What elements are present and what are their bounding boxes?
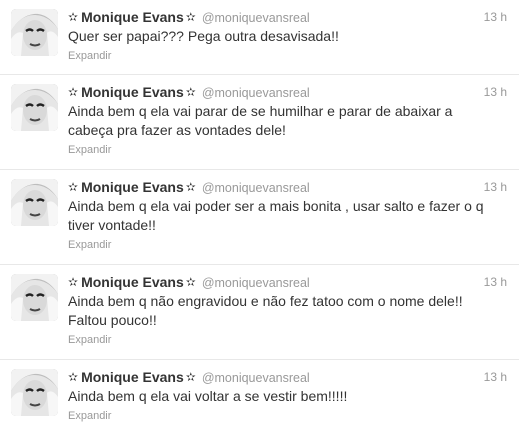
tweet-item[interactable]: ✫ Monique Evans ✫ @moniquevansreal 13 h Ain… bbox=[0, 75, 519, 170]
tweet-username[interactable]: @moniquevansreal bbox=[202, 86, 310, 100]
tweet-timestamp[interactable]: 13 h bbox=[484, 275, 507, 289]
tweet-text: Ainda bem q ela vai parar de se humilhar… bbox=[68, 103, 453, 138]
avatar-photo bbox=[11, 84, 58, 131]
star-icon: ✫ bbox=[185, 275, 196, 289]
tweet-timeline: ✫ Monique Evans ✫ @moniquevansreal 13 h Que… bbox=[0, 0, 519, 436]
tweet-header: ✫ Monique Evans ✫ @moniquevansreal 13 h bbox=[68, 9, 507, 26]
expand-link[interactable]: Expandir bbox=[68, 144, 111, 156]
tweet-item[interactable]: ✫ Monique Evans ✫ @moniquevansreal 13 h Ain… bbox=[0, 265, 519, 360]
tweet-fullname[interactable]: Monique Evans bbox=[81, 274, 184, 290]
tweet-username[interactable]: @moniquevansreal bbox=[202, 11, 310, 25]
avatar-photo bbox=[11, 9, 58, 56]
tweet-timestamp[interactable]: 13 h bbox=[484, 85, 507, 99]
tweet-item[interactable]: ✫ Monique Evans ✫ @moniquevansreal 13 h Ain… bbox=[0, 170, 519, 265]
star-icon: ✫ bbox=[185, 10, 196, 24]
expand-link[interactable]: Expandir bbox=[68, 334, 111, 346]
tweet-fullname[interactable]: Monique Evans bbox=[81, 179, 184, 195]
star-icon: ✫ bbox=[185, 85, 196, 99]
tweet-username[interactable]: @moniquevansreal bbox=[202, 181, 310, 195]
expand-link[interactable]: Expandir bbox=[68, 410, 111, 422]
avatar[interactable] bbox=[11, 84, 58, 131]
tweet-timestamp[interactable]: 13 h bbox=[484, 370, 507, 384]
tweet-username[interactable]: @moniquevansreal bbox=[202, 276, 310, 290]
tweet-text: Quer ser papai??? Pega outra desavisada!… bbox=[68, 28, 339, 44]
tweet-header: ✫ Monique Evans ✫ @moniquevansreal 13 h bbox=[68, 369, 507, 386]
star-icon: ✫ bbox=[68, 275, 79, 289]
star-icon: ✫ bbox=[185, 180, 196, 194]
avatar[interactable] bbox=[11, 369, 58, 416]
expand-link[interactable]: Expandir bbox=[68, 239, 111, 251]
tweet-item[interactable]: ✫ Monique Evans ✫ @moniquevansreal 13 h Que… bbox=[0, 0, 519, 75]
tweet-header: ✫ Monique Evans ✫ @moniquevansreal 13 h bbox=[68, 179, 507, 196]
tweet-text: Ainda bem q não engravidou e não fez tat… bbox=[68, 293, 463, 328]
avatar[interactable] bbox=[11, 9, 58, 56]
avatar-photo bbox=[11, 274, 58, 321]
avatar-photo bbox=[11, 369, 58, 416]
tweet-item[interactable]: ✫ Monique Evans ✫ @moniquevansreal 13 h Ain… bbox=[0, 360, 519, 436]
star-icon: ✫ bbox=[68, 180, 79, 194]
tweet-text: Ainda bem q ela vai poder ser a mais bon… bbox=[68, 198, 484, 233]
star-icon: ✫ bbox=[68, 85, 79, 99]
tweet-fullname[interactable]: Monique Evans bbox=[81, 9, 184, 25]
tweet-timestamp[interactable]: 13 h bbox=[484, 180, 507, 194]
tweet-fullname[interactable]: Monique Evans bbox=[81, 369, 184, 385]
avatar[interactable] bbox=[11, 274, 58, 321]
tweet-header: ✫ Monique Evans ✫ @moniquevansreal 13 h bbox=[68, 274, 507, 291]
tweet-header: ✫ Monique Evans ✫ @moniquevansreal 13 h bbox=[68, 84, 507, 101]
tweet-text: Ainda bem q ela vai voltar a se vestir b… bbox=[68, 388, 348, 404]
star-icon: ✫ bbox=[68, 10, 79, 24]
tweet-timestamp[interactable]: 13 h bbox=[484, 10, 507, 24]
tweet-username[interactable]: @moniquevansreal bbox=[202, 371, 310, 385]
avatar[interactable] bbox=[11, 179, 58, 226]
expand-link[interactable]: Expandir bbox=[68, 50, 111, 62]
tweet-fullname[interactable]: Monique Evans bbox=[81, 84, 184, 100]
star-icon: ✫ bbox=[68, 370, 79, 384]
star-icon: ✫ bbox=[185, 370, 196, 384]
avatar-photo bbox=[11, 179, 58, 226]
